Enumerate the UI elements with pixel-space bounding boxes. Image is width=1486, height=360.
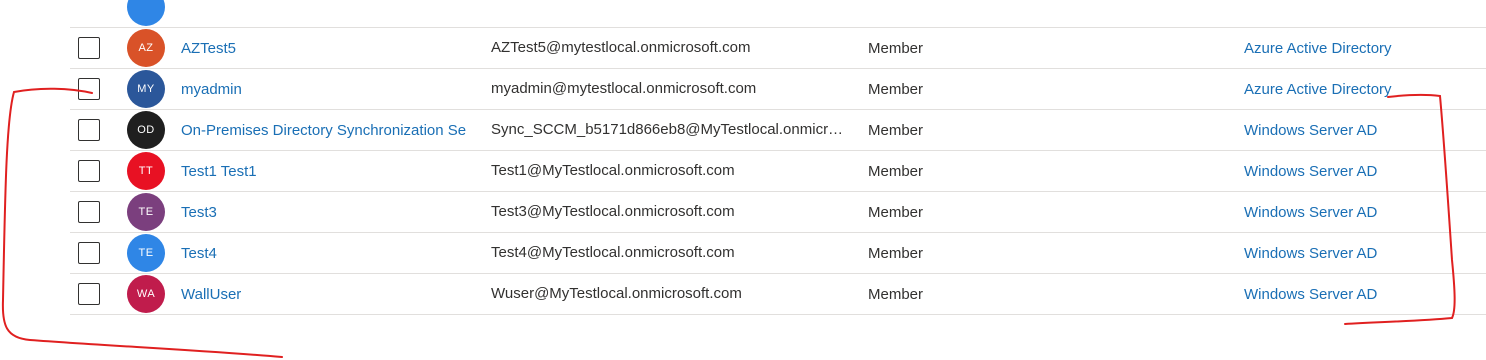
table-row[interactable]: TT Test1 Test1 Test1@MyTestlocal.onmicro… [70,151,1486,192]
row-checkbox[interactable] [78,242,100,264]
avatar[interactable]: AZ [127,29,165,67]
user-principal-name: Test3@MyTestlocal.onmicrosoft.com [491,203,735,220]
user-principal-name: AZTest5@mytestlocal.onmicrosoft.com [491,39,751,56]
row-checkbox[interactable] [78,160,100,182]
source-link[interactable]: Windows Server AD [1244,192,1484,232]
table-row[interactable]: TE Test3 Test3@MyTestlocal.onmicrosoft.c… [70,192,1486,233]
user-type: Member [868,121,924,139]
user-type: Member [868,162,924,180]
source-link[interactable]: Windows Server AD [1244,233,1484,273]
user-type: Member [868,244,924,262]
row-checkbox[interactable] [78,201,100,223]
user-principal-name: Sync_SCCM_b5171d866eb8@MyTestlocal.onmic… [491,121,844,138]
user-type: Member [868,39,924,57]
table-row[interactable]: OD On-Premises Directory Synchronization… [70,110,1486,151]
source-link[interactable]: Windows Server AD [1244,151,1484,191]
avatar[interactable]: TE [127,234,165,272]
avatar[interactable] [127,0,165,26]
avatar-cell [127,0,165,27]
users-table: AZ AZTest5 AZTest5@mytestlocal.onmicroso… [70,0,1486,315]
row-checkbox[interactable] [78,37,100,59]
avatar[interactable]: TE [127,193,165,231]
user-name-link[interactable]: WallUser [181,274,478,314]
avatar[interactable]: TT [127,152,165,190]
source-link[interactable]: Windows Server AD [1244,274,1484,314]
avatar[interactable]: WA [127,275,165,313]
user-type: Member [868,80,924,98]
user-principal-name: Wuser@MyTestlocal.onmicrosoft.com [491,285,742,302]
avatar[interactable]: OD [127,111,165,149]
source-link[interactable]: Windows Server AD [1244,110,1484,150]
row-checkbox[interactable] [78,283,100,305]
user-type: Member [868,285,924,303]
avatar[interactable]: MY [127,70,165,108]
source-link[interactable]: Azure Active Directory [1244,69,1484,109]
user-name-link[interactable]: Test4 [181,233,478,273]
table-row[interactable]: MY myadmin myadmin@mytestlocal.onmicroso… [70,69,1486,110]
user-principal-name: Test4@MyTestlocal.onmicrosoft.com [491,244,735,261]
user-name-link[interactable]: On-Premises Directory Synchronization Se [181,110,478,150]
user-name-link[interactable]: Test3 [181,192,478,232]
row-checkbox[interactable] [78,78,100,100]
source-link[interactable]: Azure Active Directory [1244,28,1484,68]
user-name-link[interactable]: Test1 Test1 [181,151,478,191]
user-principal-name: Test1@MyTestlocal.onmicrosoft.com [491,162,735,179]
user-name-link[interactable]: AZTest5 [181,28,478,68]
user-principal-name: myadmin@mytestlocal.onmicrosoft.com [491,80,757,97]
table-row[interactable]: WA WallUser Wuser@MyTestlocal.onmicrosof… [70,274,1486,315]
table-row[interactable] [70,0,1486,28]
user-name-link[interactable]: myadmin [181,69,478,109]
user-type: Member [868,203,924,221]
table-row[interactable]: TE Test4 Test4@MyTestlocal.onmicrosoft.c… [70,233,1486,274]
table-row[interactable]: AZ AZTest5 AZTest5@mytestlocal.onmicroso… [70,28,1486,69]
row-checkbox[interactable] [78,119,100,141]
